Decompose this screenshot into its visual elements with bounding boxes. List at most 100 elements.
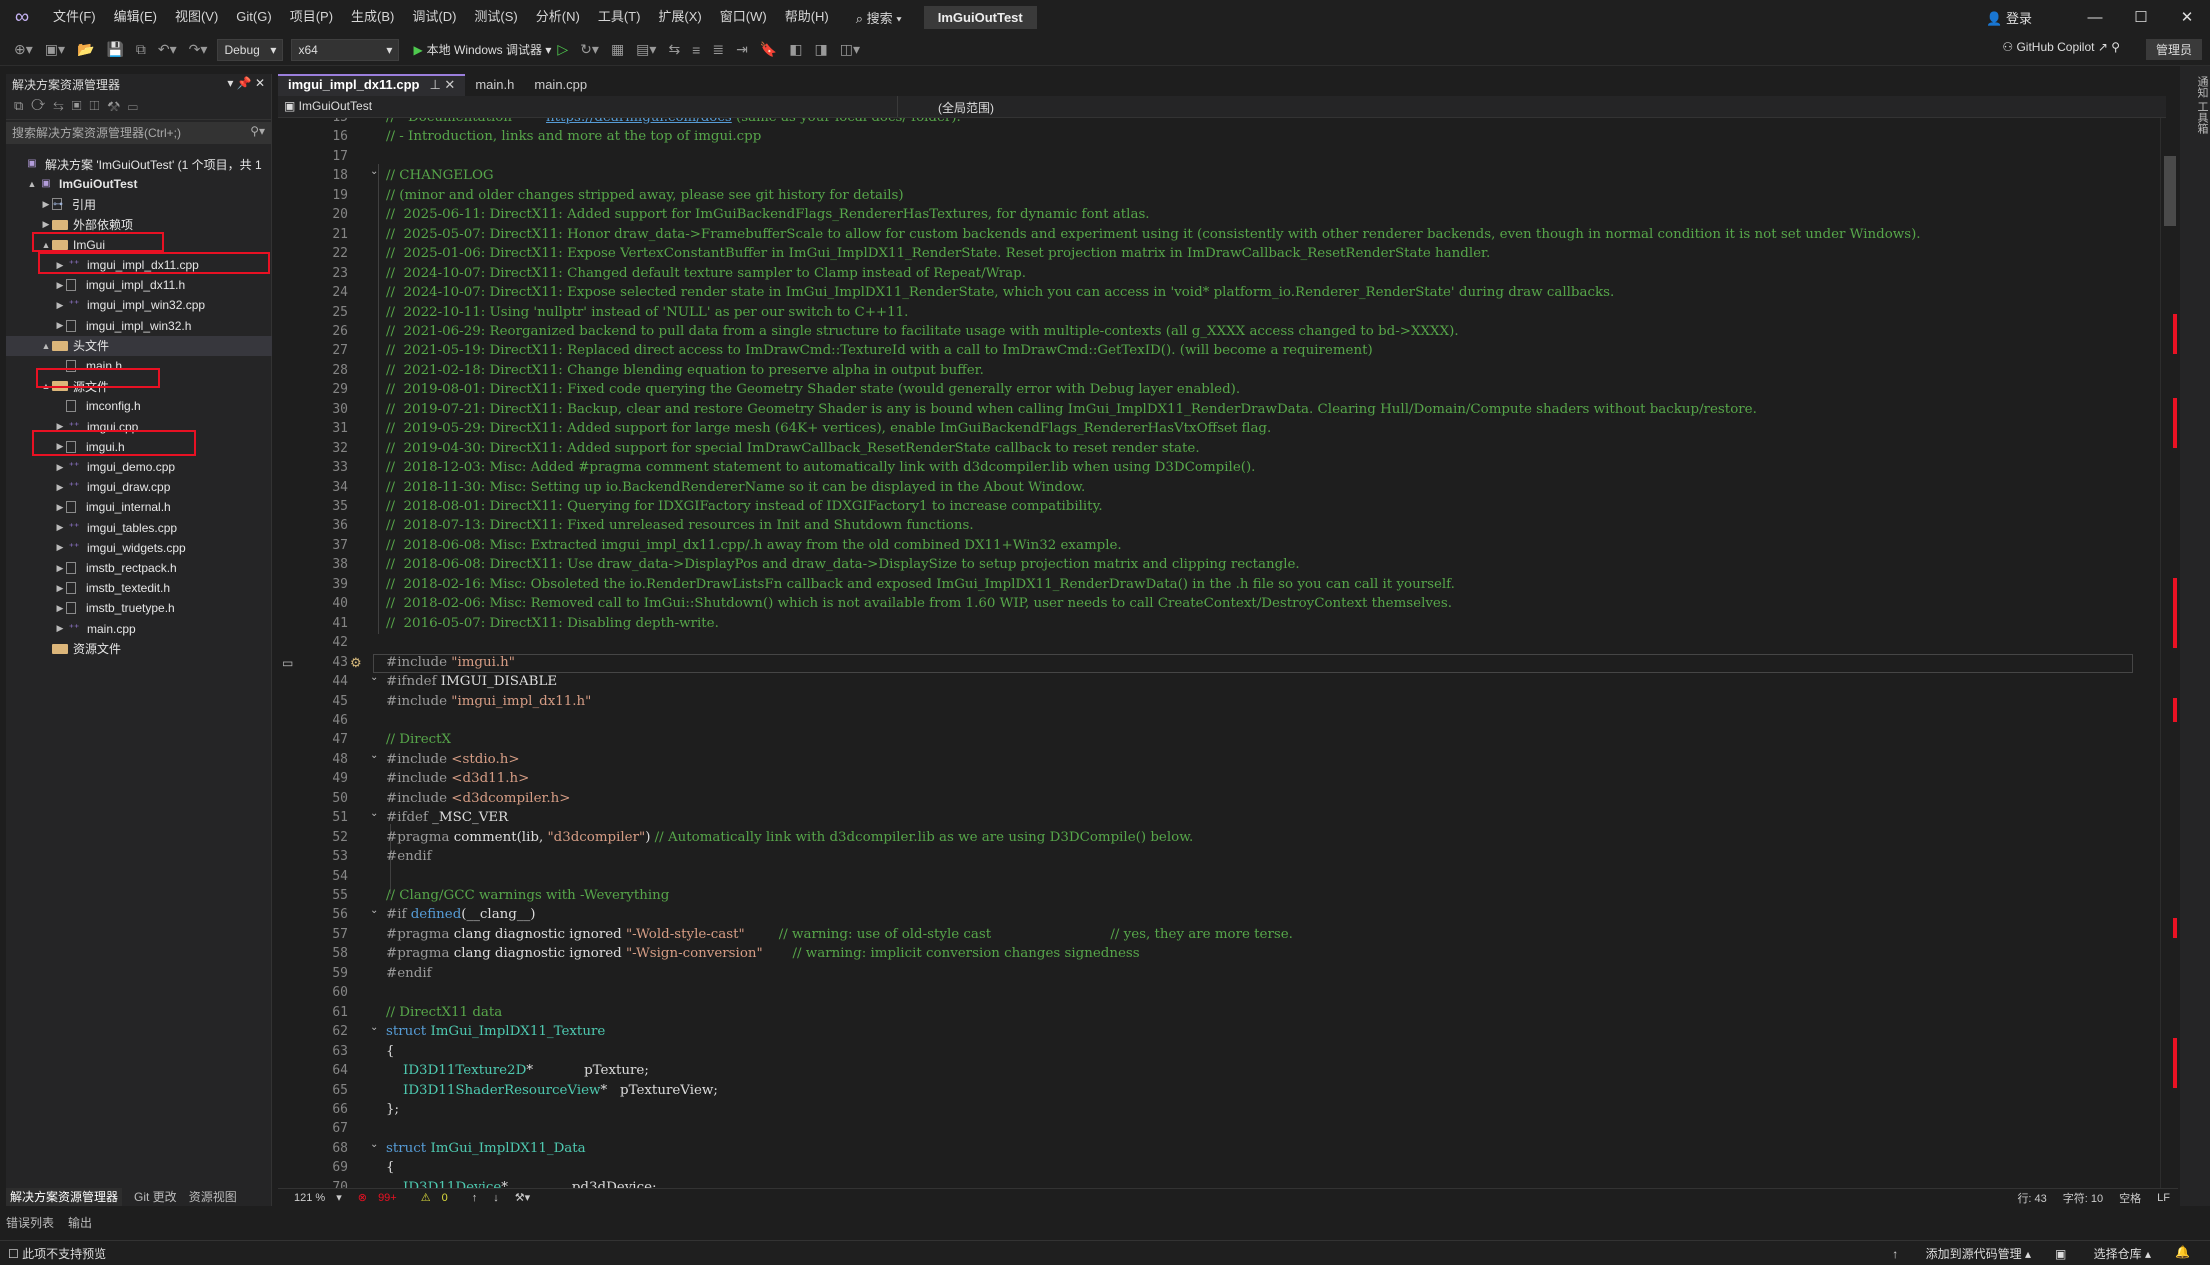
expand-arrow-icon[interactable]: ▶: [54, 623, 66, 634]
code-line[interactable]: struct ImGui_ImplDX11_Data: [386, 1139, 586, 1158]
nav-up-icon[interactable]: ↑: [472, 1192, 478, 1204]
code-line[interactable]: #pragma comment(lib, "d3dcompiler") // A…: [386, 828, 1193, 847]
code-line[interactable]: struct ImGui_ImplDX11_Texture: [386, 1022, 605, 1041]
code-line[interactable]: #include <d3dcompiler.h>: [386, 789, 571, 808]
minimize-icon[interactable]: —: [2072, 9, 2118, 26]
expand-arrow-icon[interactable]: ▲: [40, 240, 52, 250]
tree-item[interactable]: imconfig.h: [6, 396, 272, 416]
zoom-level[interactable]: 121 % ▾: [286, 1191, 342, 1204]
platform-select[interactable]: x64 ▾: [291, 38, 400, 61]
tab-close-icon[interactable]: ⊥ ✕: [430, 77, 456, 92]
fold-toggle-icon[interactable]: ⌄: [370, 672, 378, 683]
code-line[interactable]: // - Introduction, links and more at the…: [386, 127, 761, 146]
menu-item[interactable]: 调试(D): [403, 0, 465, 34]
code-line[interactable]: ID3D11Device* pd3dDevice;: [386, 1178, 657, 1188]
lightbulb-icon[interactable]: ⚙: [350, 655, 362, 671]
menu-item[interactable]: 视图(V): [166, 0, 227, 34]
fold-toggle-icon[interactable]: ⌄: [370, 808, 378, 819]
code-cleanup-icon[interactable]: ⚒▾: [515, 1191, 530, 1204]
close-icon[interactable]: ✕: [2164, 8, 2210, 26]
code-line[interactable]: // 2025-01-06: DirectX11: Expose VertexC…: [386, 244, 1490, 263]
code-line[interactable]: // 2025-05-07: DirectX11: Honor draw_dat…: [386, 225, 1921, 244]
output-tab[interactable]: 输出: [68, 1214, 92, 1231]
tree-item[interactable]: ▶ imstb_truetype.h: [6, 598, 272, 618]
menu-item[interactable]: 扩展(X): [649, 0, 710, 34]
start-without-debugging-icon[interactable]: ▷: [557, 41, 568, 58]
github-copilot-button[interactable]: ⚇ GitHub Copilot ↗ ⚲: [2002, 40, 2120, 54]
expand-arrow-icon[interactable]: ▶: [54, 462, 66, 473]
panel-tab[interactable]: 解决方案资源管理器: [6, 1188, 123, 1206]
tree-item[interactable]: ▶ ⊶ 引用: [6, 194, 272, 214]
code-line[interactable]: #endif: [386, 847, 432, 866]
open-icon[interactable]: 📂: [77, 41, 94, 58]
tree-item[interactable]: ▲ 头文件: [6, 335, 272, 356]
tree-item[interactable]: ▶ ⁺⁺ imgui_impl_win32.cpp: [6, 295, 272, 315]
code-line[interactable]: // 2018-11-30: Misc: Setting up io.Backe…: [386, 478, 1085, 497]
tree-item[interactable]: ▲ 源文件: [6, 376, 272, 396]
right-side-toolstrip[interactable]: 通知 工具箱: [2180, 66, 2210, 1206]
refresh-icon[interactable]: ↻▾: [580, 41, 599, 58]
code-line[interactable]: // 2018-02-06: Misc: Removed call to ImG…: [386, 594, 1452, 613]
code-line[interactable]: {: [386, 1158, 395, 1177]
code-line[interactable]: #pragma clang diagnostic ignored "-Wsign…: [386, 944, 1140, 963]
code-line[interactable]: ID3D11ShaderResourceView* pTextureView;: [386, 1081, 718, 1100]
tree-item[interactable]: 资源文件: [6, 639, 272, 659]
menu-item[interactable]: 生成(B): [342, 0, 403, 34]
code-line[interactable]: // 2019-04-30: DirectX11: Added support …: [386, 439, 1200, 458]
select-repository-button[interactable]: ▣ 选择仓库 ▴: [2055, 1245, 2151, 1262]
redo-icon[interactable]: ↷▾: [189, 41, 208, 58]
save-all-icon[interactable]: ⧉: [136, 41, 146, 58]
indent-icon[interactable]: ⇥: [736, 41, 748, 58]
project-dropdown[interactable]: ▣ ImGuiOutTest: [278, 96, 898, 117]
warning-count[interactable]: ⚠ 0: [421, 1191, 456, 1204]
code-line[interactable]: #include "imgui.h": [386, 653, 515, 672]
code-line[interactable]: // 2021-02-18: DirectX11: Change blendin…: [386, 361, 984, 380]
code-line[interactable]: #endif: [386, 964, 432, 983]
menu-item[interactable]: 帮助(H): [776, 0, 838, 34]
expand-arrow-icon[interactable]: ▲: [40, 381, 52, 391]
expand-arrow-icon[interactable]: ▲: [26, 179, 38, 189]
expand-arrow-icon[interactable]: ▶: [54, 421, 66, 432]
expand-arrow-icon[interactable]: ▶: [40, 199, 52, 210]
fold-toggle-icon[interactable]: ⌄: [370, 1022, 378, 1033]
code-line[interactable]: // 2016-05-07: DirectX11: Disabling dept…: [386, 614, 719, 633]
expand-arrow-icon[interactable]: ▶: [54, 603, 66, 614]
indent-mode[interactable]: 空格: [2119, 1190, 2141, 1206]
code-line[interactable]: // (minor and older changes stripped awa…: [386, 186, 904, 205]
expand-arrow-icon[interactable]: ▶: [54, 563, 66, 574]
uncomment-icon[interactable]: ≣: [712, 41, 724, 58]
code-line[interactable]: // 2025-06-11: DirectX11: Added support …: [386, 205, 1150, 224]
tree-item[interactable]: ▶ imgui_internal.h: [6, 497, 272, 517]
fold-toggle-icon[interactable]: ⌄: [370, 1139, 378, 1150]
tree-item[interactable]: ▶ ⁺⁺ imgui.cpp: [6, 417, 272, 437]
step-icon[interactable]: ⇆: [668, 41, 680, 58]
code-line[interactable]: // DirectX: [386, 730, 451, 749]
tree-item[interactable]: ▶ imstb_textedit.h: [6, 578, 272, 598]
output-tab[interactable]: 错误列表: [6, 1214, 54, 1231]
code-line[interactable]: #include <d3d11.h>: [386, 769, 529, 788]
add-to-source-control-button[interactable]: ↑ 添加到源代码管理 ▴: [1892, 1245, 2031, 1262]
tree-item[interactable]: ▶ imgui_impl_dx11.h: [6, 275, 272, 295]
scope-dropdown[interactable]: (全局范围): [898, 96, 1508, 117]
code-line[interactable]: // 2018-08-01: DirectX11: Querying for I…: [386, 497, 1103, 516]
code-line[interactable]: // 2024-10-07: DirectX11: Changed defaul…: [386, 264, 1026, 283]
comment-icon[interactable]: ≡: [692, 42, 700, 58]
bookmark-prev-icon[interactable]: ◧: [789, 41, 802, 58]
expand-arrow-icon[interactable]: ▲: [40, 341, 52, 351]
visual-studio-logo-icon[interactable]: ∞: [0, 0, 44, 34]
bookmark-icon[interactable]: 🔖: [760, 41, 777, 58]
notifications-icon[interactable]: 🔔: [2175, 1245, 2190, 1262]
expand-arrow-icon[interactable]: ▶: [54, 502, 66, 513]
code-line[interactable]: // 2024-10-07: DirectX11: Expose selecte…: [386, 283, 1614, 302]
code-line[interactable]: // 2018-07-13: DirectX11: Fixed unreleas…: [386, 516, 974, 535]
tree-item[interactable]: ▶ ⁺⁺ main.cpp: [6, 619, 272, 639]
error-count[interactable]: ⊗ 99+: [358, 1191, 405, 1204]
code-line[interactable]: // 2018-06-08: DirectX11: Use draw_data-…: [386, 555, 1300, 574]
tree-item[interactable]: ▶ ⁺⁺ imgui_demo.cpp: [6, 457, 272, 477]
browser-link-icon[interactable]: ▦: [611, 41, 624, 58]
code-line[interactable]: {: [386, 1042, 395, 1061]
bookmark-next-icon[interactable]: ◨: [814, 41, 827, 58]
tree-item[interactable]: ▶ ⁺⁺ imgui_impl_dx11.cpp: [6, 255, 272, 275]
expand-arrow-icon[interactable]: ▶: [54, 542, 66, 553]
layout-icon[interactable]: ▤▾: [636, 41, 656, 58]
